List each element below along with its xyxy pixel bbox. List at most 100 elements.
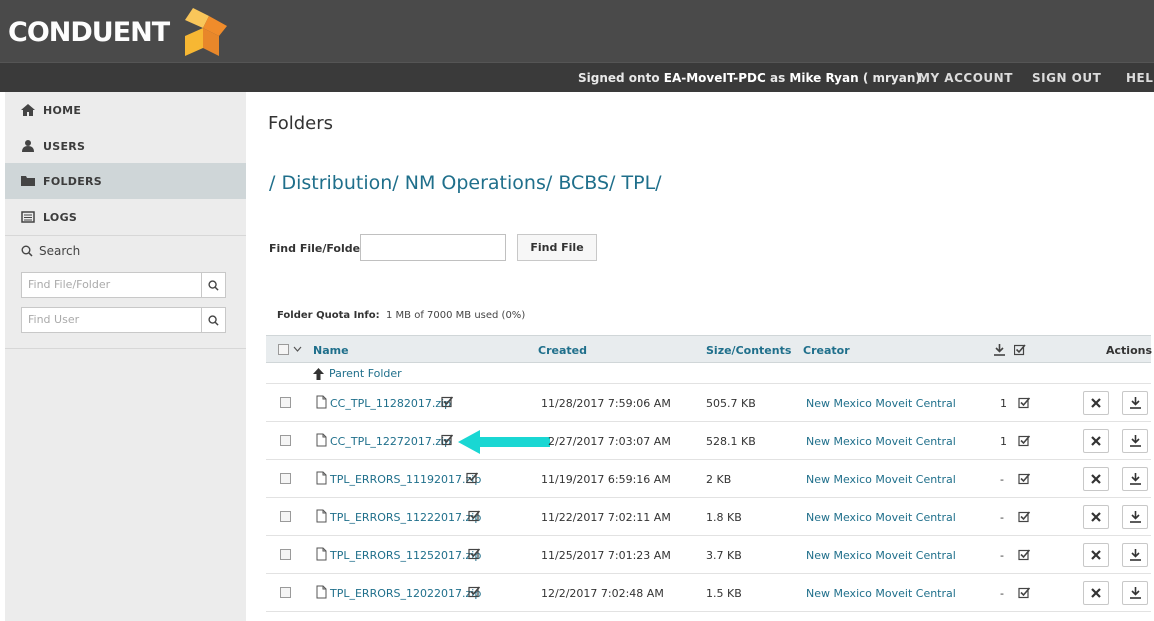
file-size: 528.1 KB bbox=[706, 435, 756, 448]
breadcrumb-distribution[interactable]: / Distribution/ bbox=[269, 172, 399, 194]
sidebar-item-folders[interactable]: FOLDERS bbox=[5, 163, 246, 199]
download-button[interactable] bbox=[1122, 581, 1148, 605]
download-button[interactable] bbox=[1122, 543, 1148, 567]
conduent-logo[interactable]: CONDUENT bbox=[8, 6, 233, 58]
parent-folder-link[interactable]: Parent Folder bbox=[329, 367, 402, 380]
signed-as: as bbox=[769, 71, 786, 85]
file-name-link[interactable]: TPL_ERRORS_11192017.zip bbox=[330, 473, 481, 486]
row-checkbox[interactable] bbox=[280, 397, 291, 408]
file-name-link[interactable]: CC_TPL_12272017.zip bbox=[330, 435, 451, 448]
download-icon bbox=[1129, 473, 1141, 485]
sidebar-divider bbox=[5, 348, 246, 349]
quota-value: 1 MB of 7000 MB used (0%) bbox=[386, 310, 526, 321]
table-row[interactable]: TPL_ERRORS_11252017.zip 11/25/2017 7:01:… bbox=[266, 537, 1151, 574]
delete-button[interactable] bbox=[1083, 467, 1109, 491]
download-button[interactable] bbox=[1122, 391, 1148, 415]
sidebar-item-users[interactable]: USERS bbox=[5, 128, 246, 164]
table-row[interactable]: CC_TPL_11282017.zip 11/28/2017 7:59:06 A… bbox=[266, 385, 1151, 422]
find-file-button[interactable]: Find File bbox=[517, 234, 597, 261]
sidebar-divider bbox=[5, 235, 246, 236]
delete-button[interactable] bbox=[1083, 429, 1109, 453]
creator-link[interactable]: New Mexico Moveit Central bbox=[806, 511, 956, 524]
parent-folder-row[interactable]: Parent Folder bbox=[266, 364, 1151, 384]
sidebar-item-label: USERS bbox=[43, 139, 86, 153]
creator-link[interactable]: New Mexico Moveit Central bbox=[806, 397, 956, 410]
search-title-label: Search bbox=[39, 244, 81, 258]
folder-icon bbox=[21, 176, 35, 186]
breadcrumb: / Distribution/ NM Operations/ BCBS/ TPL… bbox=[269, 172, 662, 194]
table-row[interactable]: TPL_ERRORS_11192017.zip 11/19/2017 6:59:… bbox=[266, 461, 1151, 498]
breadcrumb-tpl[interactable]: TPL/ bbox=[622, 172, 662, 194]
file-size: 1.8 KB bbox=[706, 511, 742, 524]
table-row[interactable]: TPL_ERRORS_12022017.zip 12/2/2017 7:02:4… bbox=[266, 575, 1151, 612]
delete-button[interactable] bbox=[1083, 543, 1109, 567]
sidebar-item-home[interactable]: HOME bbox=[5, 92, 246, 128]
find-file-input[interactable] bbox=[360, 234, 506, 261]
download-count: - bbox=[1000, 511, 1004, 524]
quota-label: Folder Quota Info: bbox=[277, 310, 380, 321]
download-count: - bbox=[1000, 549, 1004, 562]
user-icon bbox=[22, 140, 34, 152]
column-creator[interactable]: Creator bbox=[803, 344, 850, 357]
row-checkbox[interactable] bbox=[280, 587, 291, 598]
find-file-search-button[interactable] bbox=[201, 272, 226, 298]
row-checkbox[interactable] bbox=[280, 435, 291, 446]
delete-button[interactable] bbox=[1083, 581, 1109, 605]
table-row[interactable]: TPL_ERRORS_11222017.zip 11/22/2017 7:02:… bbox=[266, 499, 1151, 536]
breadcrumb-bcbs[interactable]: BCBS/ bbox=[558, 172, 615, 194]
creator-link[interactable]: New Mexico Moveit Central bbox=[806, 587, 956, 600]
creator-link[interactable]: New Mexico Moveit Central bbox=[806, 549, 956, 562]
sidebar-item-label: LOGS bbox=[43, 210, 78, 224]
creator-link[interactable]: New Mexico Moveit Central bbox=[806, 435, 956, 448]
table-row[interactable]: CC_TPL_12272017.zip 2/27/2017 7:03:07 AM… bbox=[266, 423, 1151, 460]
delete-button[interactable] bbox=[1083, 391, 1109, 415]
download-count: 1 bbox=[1000, 397, 1007, 410]
column-name[interactable]: Name bbox=[313, 344, 349, 357]
close-icon bbox=[1091, 588, 1101, 598]
find-file-folder-input[interactable]: Find File/Folder bbox=[21, 272, 202, 298]
file-name-link[interactable]: CC_TPL_11282017.zip bbox=[330, 397, 451, 410]
breadcrumb-nm-operations[interactable]: NM Operations/ bbox=[405, 172, 553, 194]
find-user-input[interactable]: Find User bbox=[21, 307, 202, 333]
row-checkbox[interactable] bbox=[280, 473, 291, 484]
table-header: Name Created Size/Contents Creator Actio… bbox=[266, 335, 1152, 363]
close-icon bbox=[1091, 436, 1101, 446]
download-count: - bbox=[1000, 473, 1004, 486]
find-user-search-button[interactable] bbox=[201, 307, 226, 333]
created-date: 11/28/2017 7:59:06 AM bbox=[541, 397, 671, 410]
download-icon bbox=[1129, 587, 1141, 599]
search-icon bbox=[208, 314, 219, 326]
select-all-checkbox[interactable] bbox=[278, 344, 289, 355]
sidebar-item-logs[interactable]: LOGS bbox=[5, 199, 246, 235]
top-banner: CONDUENT bbox=[0, 0, 1154, 62]
checked-icon bbox=[1018, 397, 1031, 409]
help-link[interactable]: HELP bbox=[1126, 71, 1154, 85]
file-name-link[interactable]: TPL_ERRORS_11222017.zip bbox=[330, 511, 481, 524]
close-icon bbox=[1091, 512, 1101, 522]
created-date: 2/27/2017 7:03:07 AM bbox=[548, 435, 671, 448]
file-size: 1.5 KB bbox=[706, 587, 742, 600]
file-size: 505.7 KB bbox=[706, 397, 756, 410]
home-icon bbox=[21, 104, 35, 116]
sign-out-link[interactable]: SIGN OUT bbox=[1032, 71, 1101, 85]
row-checkbox[interactable] bbox=[280, 549, 291, 560]
delete-button[interactable] bbox=[1083, 505, 1109, 529]
file-name-link[interactable]: TPL_ERRORS_12022017.zip bbox=[330, 587, 481, 600]
close-icon bbox=[1091, 550, 1101, 560]
download-button[interactable] bbox=[1122, 505, 1148, 529]
chevron-down-icon[interactable] bbox=[293, 346, 302, 352]
download-button[interactable] bbox=[1122, 429, 1148, 453]
signed-on-status: Signed onto EA-MoveIT-PDC as Mike Ryan (… bbox=[578, 71, 925, 85]
my-account-link[interactable]: MY ACCOUNT bbox=[918, 71, 1013, 85]
creator-link[interactable]: New Mexico Moveit Central bbox=[806, 473, 956, 486]
created-date: 11/19/2017 6:59:16 AM bbox=[541, 473, 671, 486]
column-created[interactable]: Created bbox=[538, 344, 587, 357]
row-checkbox[interactable] bbox=[280, 511, 291, 522]
file-name-link[interactable]: TPL_ERRORS_11252017.zip bbox=[330, 549, 481, 562]
nav-bar: Signed onto EA-MoveIT-PDC as Mike Ryan (… bbox=[0, 62, 1154, 92]
column-size[interactable]: Size/Contents bbox=[706, 344, 791, 357]
arrow-up-icon bbox=[313, 368, 324, 380]
download-icon bbox=[1129, 397, 1141, 409]
search-icon bbox=[21, 245, 33, 257]
download-button[interactable] bbox=[1122, 467, 1148, 491]
